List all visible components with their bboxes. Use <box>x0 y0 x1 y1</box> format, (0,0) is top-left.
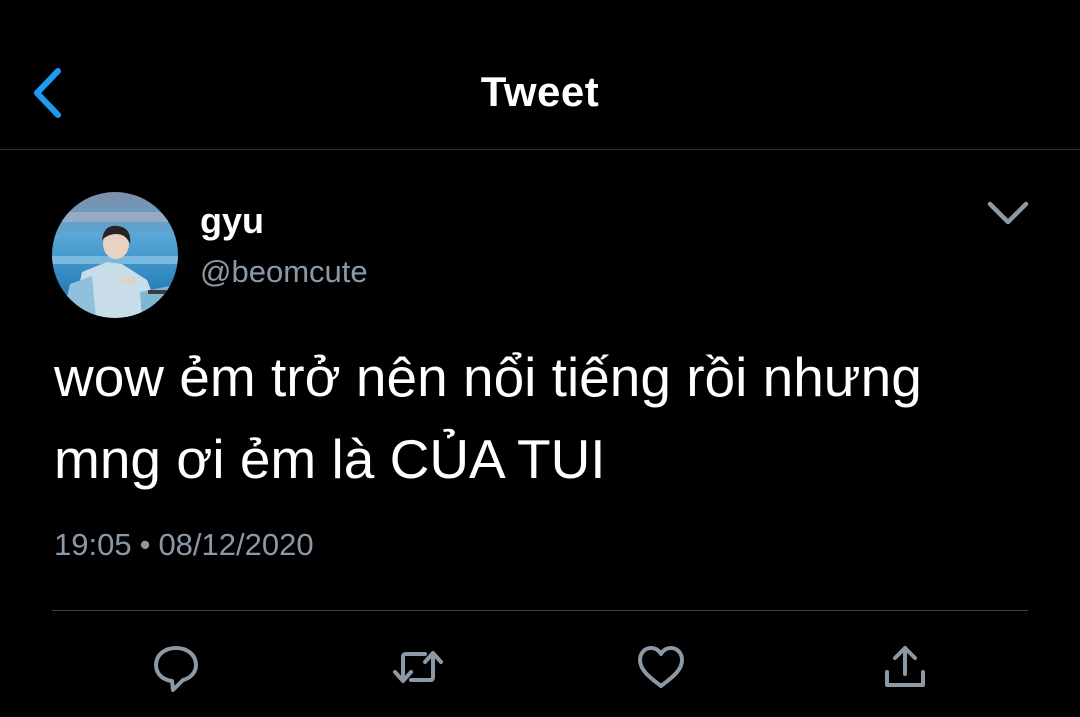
tweet-text: wow ẻm trở nên nổi tiếng rồi nhưng mng ơ… <box>54 346 922 490</box>
top-bar: Tweet <box>0 0 1080 150</box>
avatar[interactable] <box>52 192 178 318</box>
reply-icon <box>154 646 198 692</box>
tweet-date: 08/12/2020 <box>158 527 314 562</box>
tweet-time: 19:05 <box>54 527 132 562</box>
share-icon <box>885 646 925 687</box>
divider <box>52 610 1028 611</box>
chevron-down-icon <box>987 201 1029 225</box>
display-name[interactable]: gyu <box>200 200 264 242</box>
username-handle[interactable]: @beomcute <box>200 254 368 290</box>
tweet-timestamp: 19:05 • 08/12/2020 <box>54 527 314 563</box>
heart-icon <box>638 646 684 688</box>
avatar-photo <box>52 192 178 318</box>
like-button[interactable] <box>634 640 688 694</box>
page-title: Tweet <box>480 68 600 115</box>
retweet-icon <box>393 651 443 683</box>
more-options-button[interactable] <box>984 196 1032 232</box>
retweet-button[interactable] <box>391 640 445 694</box>
reply-button[interactable] <box>149 640 203 694</box>
meta-separator: • <box>139 527 151 562</box>
share-button[interactable] <box>878 640 932 694</box>
